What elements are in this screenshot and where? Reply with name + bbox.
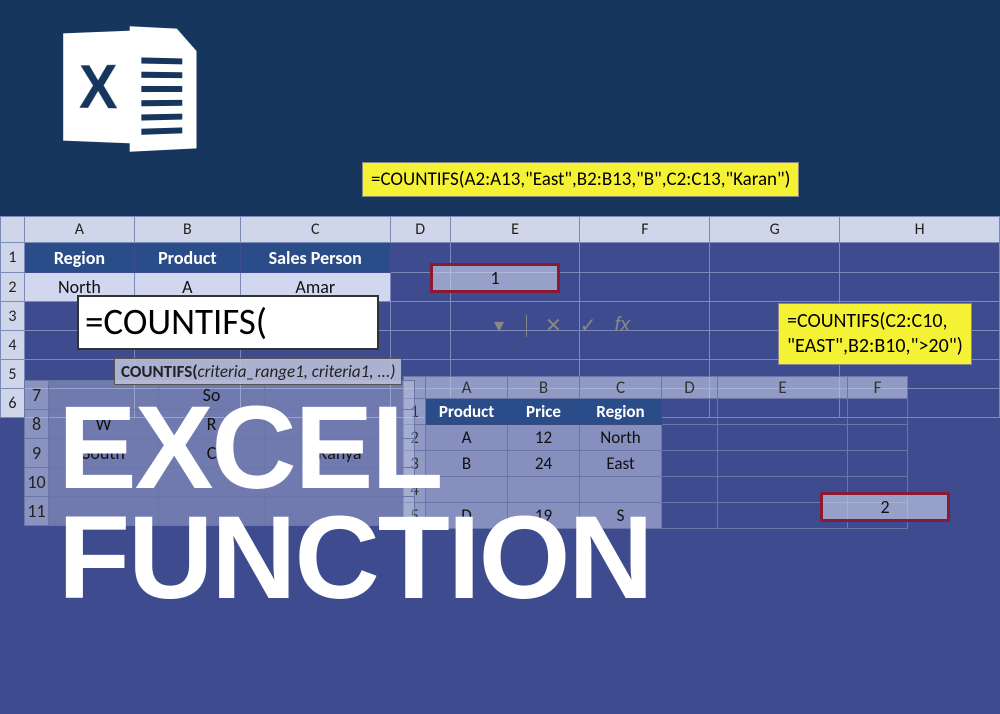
col-E[interactable]: E: [450, 217, 580, 243]
formula-result-2[interactable]: 2: [820, 492, 950, 522]
header-region[interactable]: Region: [24, 243, 134, 273]
title-line-1: EXCEL: [58, 394, 652, 504]
hint-fn-name: COUNTIFS(: [121, 361, 198, 382]
col-E[interactable]: E: [718, 377, 848, 399]
column-headers-row: A B C D E F G H: [1, 217, 1000, 243]
row-num[interactable]: 4: [1, 331, 25, 360]
formula-display-main: =COUNTIFS(A2:A13,"East",B2:B13,"B",C2:C1…: [362, 162, 799, 197]
page-title: EXCEL FUNCTION: [58, 394, 652, 613]
formula-result-1[interactable]: 1: [430, 263, 560, 293]
cell-editor[interactable]: =COUNTIFS(: [77, 295, 379, 350]
col-D[interactable]: D: [390, 217, 450, 243]
row-num[interactable]: 5: [1, 360, 25, 389]
cancel-icon[interactable]: ✕: [545, 313, 562, 338]
excel-x-letter: X: [79, 51, 118, 123]
dropdown-icon[interactable]: ▾: [490, 317, 508, 335]
title-line-2: FUNCTION: [58, 504, 652, 614]
col-F[interactable]: F: [848, 377, 908, 399]
row-num[interactable]: 3: [1, 302, 25, 331]
excel-logo-icon: X: [60, 22, 190, 152]
header-product[interactable]: Product: [134, 243, 240, 273]
col-D[interactable]: D: [662, 377, 718, 399]
header-salesperson[interactable]: Sales Person: [240, 243, 390, 273]
row-num[interactable]: 2: [1, 273, 25, 302]
fx-icon[interactable]: fx: [615, 314, 631, 337]
row-num[interactable]: 1: [1, 243, 25, 273]
formula-bar-controls: ▾ ✕ ✓ fx: [490, 313, 630, 338]
col-A[interactable]: A: [24, 217, 134, 243]
col-G[interactable]: G: [710, 217, 840, 243]
col-H[interactable]: H: [840, 217, 1000, 243]
hint-args: criteria_range1, criteria1, ...): [198, 361, 396, 382]
function-hint-tooltip: COUNTIFS(criteria_range1, criteria1, ...…: [114, 358, 402, 385]
col-B[interactable]: B: [134, 217, 240, 243]
col-F[interactable]: F: [580, 217, 710, 243]
confirm-icon[interactable]: ✓: [580, 313, 597, 338]
col-C[interactable]: C: [240, 217, 390, 243]
row-num[interactable]: 6: [1, 389, 25, 418]
formula-display-secondary: =COUNTIFS(C2:C10, "EAST",B2:B10,">20"): [778, 303, 972, 365]
